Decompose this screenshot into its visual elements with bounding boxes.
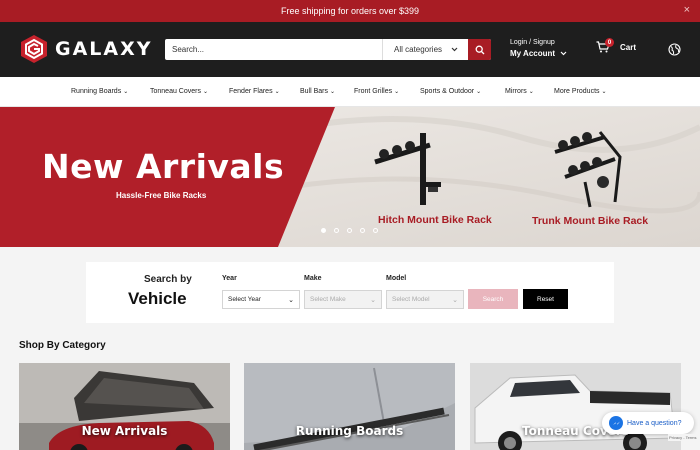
hero-title: New Arrivals — [42, 147, 285, 186]
make-select-value: Select Make — [310, 296, 346, 303]
model-select[interactable]: Select Model ⌄ — [386, 290, 464, 309]
category-label: Running Boards — [295, 424, 404, 438]
slider-dot[interactable] — [334, 228, 339, 233]
chevron-down-icon: ⌄ — [288, 296, 294, 304]
category-select[interactable]: All categories — [382, 39, 468, 60]
finder-heading-2: Vehicle — [128, 289, 187, 308]
search-input[interactable] — [165, 39, 382, 60]
logo-icon — [21, 35, 47, 63]
nav-label: Front Grilles — [354, 88, 393, 95]
nav-label: Bull Bars — [300, 88, 329, 95]
logo[interactable]: GALAXY — [19, 34, 153, 64]
slider-dot[interactable] — [373, 228, 378, 233]
model-label: Model — [386, 275, 407, 282]
category-select-value: All categories — [394, 45, 443, 54]
nav-label: More Products — [554, 88, 600, 95]
finder-heading-1: Search by — [144, 274, 192, 285]
nav-item-mirrors[interactable]: Mirrors ⌄ — [505, 88, 534, 95]
hero-banner[interactable]: New Arrivals Hassle-Free Bike Racks Hitc… — [0, 107, 700, 247]
chevron-down-icon — [451, 47, 458, 52]
nav-label: Mirrors — [505, 88, 527, 95]
make-label: Make — [304, 275, 322, 282]
nav-item-sports-outdoor[interactable]: Sports & Outdoor ⌄ — [420, 88, 481, 95]
account-menu[interactable]: Login / Signup My Account — [510, 39, 567, 58]
category-card-new-arrivals[interactable]: New Arrivals — [19, 363, 230, 450]
nav-label: Tonneau Covers — [150, 88, 201, 95]
year-select[interactable]: Select Year ⌄ — [222, 290, 300, 309]
brand-name: GALAXY — [55, 38, 153, 60]
chevron-down-icon: ⌄ — [476, 89, 482, 95]
messenger-icon — [609, 416, 623, 430]
chevron-down-icon: ⌄ — [330, 89, 336, 95]
nav-label: Sports & Outdoor — [420, 88, 475, 95]
my-account-text: My Account — [510, 49, 556, 58]
slider-dot[interactable] — [347, 228, 352, 233]
chevron-down-icon: ⌄ — [601, 89, 607, 95]
model-select-value: Select Model — [392, 296, 430, 303]
chevron-down-icon — [560, 51, 567, 56]
hitch-rack-caption[interactable]: Hitch Mount Bike Rack — [378, 214, 492, 226]
chat-label: Have a question? — [627, 419, 682, 427]
chevron-down-icon: ⌄ — [394, 89, 400, 95]
search-vehicle-button[interactable]: Search — [468, 289, 518, 309]
nav-item-more-products[interactable]: More Products ⌄ — [554, 88, 607, 95]
announcement-text: Free shipping for orders over $399 — [280, 6, 420, 16]
slider-dots — [321, 228, 378, 233]
login-signup-link[interactable]: Login / Signup — [510, 39, 567, 46]
nav-label: Fender Flares — [229, 88, 273, 95]
search-icon — [475, 45, 484, 54]
nav-item-tonneau-covers[interactable]: Tonneau Covers ⌄ — [150, 88, 208, 95]
nav-item-fender-flares[interactable]: Fender Flares ⌄ — [229, 88, 280, 95]
search-bar: All categories — [165, 39, 491, 60]
nav-item-front-grilles[interactable]: Front Grilles ⌄ — [354, 88, 399, 95]
recaptcha-badge[interactable]: Privacy - Terms — [668, 434, 698, 441]
slider-dot[interactable] — [360, 228, 365, 233]
reset-button[interactable]: Reset — [523, 289, 568, 309]
category-card-tonneau-covers[interactable]: Tonneau Covers — [470, 363, 681, 450]
make-select[interactable]: Select Make ⌄ — [304, 290, 382, 309]
my-account-label: My Account — [510, 49, 567, 58]
close-icon[interactable]: × — [684, 4, 690, 16]
year-label: Year — [222, 275, 237, 282]
slider-dot[interactable] — [321, 228, 326, 233]
nav-item-bull-bars[interactable]: Bull Bars ⌄ — [300, 88, 335, 95]
chevron-down-icon: ⌄ — [202, 89, 209, 95]
chevron-down-icon: ⌄ — [528, 89, 534, 95]
chevron-down-icon: ⌄ — [123, 89, 129, 95]
chevron-down-icon: ⌄ — [370, 296, 376, 304]
search-button[interactable] — [468, 39, 491, 60]
cart-count-badge: 0 — [605, 38, 614, 47]
trunk-bike-rack-image — [554, 131, 622, 208]
chevron-down-icon: ⌄ — [452, 296, 458, 304]
chat-widget[interactable]: Have a question? — [602, 412, 694, 434]
globe-icon[interactable] — [668, 43, 681, 61]
nav-label: Running Boards — [71, 88, 122, 95]
trunk-rack-caption[interactable]: Trunk Mount Bike Rack — [532, 215, 648, 227]
vehicle-finder: Search by Vehicle Year Make Model Select… — [86, 262, 614, 323]
year-select-value: Select Year — [228, 296, 261, 303]
category-label: New Arrivals — [81, 424, 168, 438]
cart-button[interactable]: 0 Cart — [596, 38, 637, 53]
nav-item-running-boards[interactable]: Running Boards ⌄ — [71, 88, 128, 95]
main-nav: Running Boards ⌄ Tonneau Covers ⌄ Fender F… — [0, 77, 700, 107]
announcement-bar: Free shipping for orders over $399 × — [0, 0, 700, 22]
category-card-running-boards[interactable]: Running Boards — [244, 363, 455, 450]
section-title: Shop By Category — [19, 340, 106, 351]
hero-subtitle: Hassle-Free Bike Racks — [116, 191, 207, 200]
site-header: GALAXY All categories Login / Signup My … — [0, 22, 700, 77]
chevron-down-icon: ⌄ — [274, 89, 280, 95]
cart-label: Cart — [620, 42, 637, 52]
hitch-bike-rack-image — [374, 133, 441, 205]
